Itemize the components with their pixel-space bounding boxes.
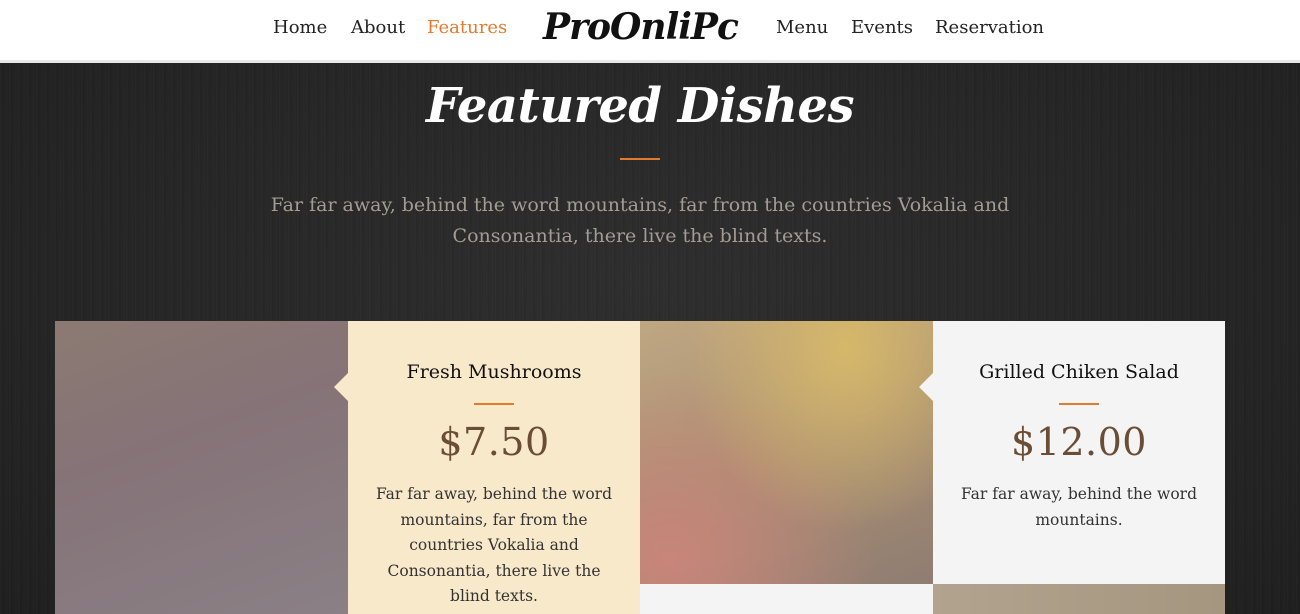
brand-logo[interactable]: ProOnliPc	[543, 2, 739, 52]
dish-image-mushrooms	[55, 321, 348, 614]
nav-link-about[interactable]: About	[351, 16, 405, 40]
section-subtitle: Far far away, behind the word mountains,…	[270, 194, 1010, 247]
dish-card-next	[640, 584, 933, 614]
nav-link-menu[interactable]: Menu	[776, 16, 828, 40]
dish-price: $12.00	[1011, 420, 1147, 464]
dish-description: Far far away, behind the word mountains,…	[375, 485, 612, 605]
nav-link-reservation[interactable]: Reservation	[935, 16, 1044, 40]
dish-image-next	[933, 584, 1225, 614]
card-pointer	[919, 373, 933, 401]
dish-image-salad	[640, 321, 933, 584]
dish-divider	[1059, 403, 1099, 405]
dish-card-grilled-chiken-salad: Grilled Chiken Salad $12.00 Far far away…	[919, 321, 1225, 584]
nav-link-features[interactable]: Features	[427, 16, 507, 40]
dish-name: Fresh Mushrooms	[406, 361, 582, 383]
dish-price: $7.50	[438, 420, 550, 464]
top-navbar: Home About Features ProOnliPc Menu Event…	[0, 0, 1300, 63]
dish-name: Grilled Chiken Salad	[979, 361, 1179, 383]
section-title: Featured Dishes	[425, 78, 855, 134]
nav-link-events[interactable]: Events	[851, 16, 913, 40]
dish-card-fresh-mushrooms: Fresh Mushrooms $7.50 Far far away, behi…	[334, 321, 640, 614]
title-divider	[620, 158, 660, 160]
card-pointer	[334, 373, 348, 401]
dish-divider	[474, 403, 514, 405]
nav-link-home[interactable]: Home	[273, 16, 327, 40]
dish-description: Far far away, behind the word mountains.	[960, 485, 1197, 529]
